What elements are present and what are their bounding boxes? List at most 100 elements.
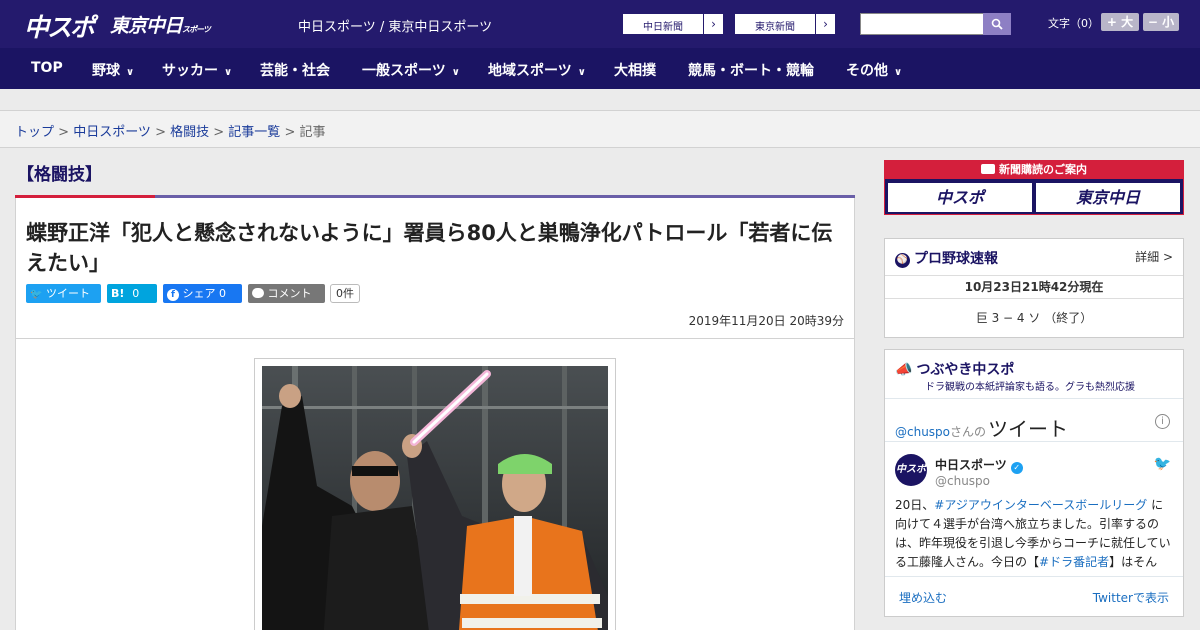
- site-header: 中スポ 東京中日スポーツ 中日スポーツ / 東京中日スポーツ 中日新聞 › 東京…: [0, 0, 1200, 48]
- tokyo-chunichi-logo-text: 東京中日: [110, 15, 183, 37]
- subscription-title: 新聞購読のご案内: [885, 161, 1183, 179]
- breadcrumb-chunichi-sports[interactable]: 中日スポーツ: [73, 125, 151, 140]
- article-card: 蝶野正洋「犯人と懸念されないように」署員ら80人と巣鴨浄化パトロール「若者に伝え…: [15, 198, 855, 630]
- tweet-hashtag-link[interactable]: #アジアウインターベースボールリーグ: [934, 498, 1147, 512]
- twitter-bird-icon[interactable]: 🐦: [1154, 456, 1171, 472]
- chunichi-shimbun-label: 中日新聞: [643, 22, 683, 33]
- chevron-right-icon: ›: [703, 14, 723, 34]
- nav-other-label: その他: [846, 63, 888, 79]
- baseball-details-link[interactable]: 詳細 >: [1135, 248, 1173, 265]
- nav-racing[interactable]: 競馬・ボート・競輪: [688, 60, 814, 80]
- twitter-handle-suffix: さんの: [950, 425, 987, 439]
- breadcrumb-separator: >: [280, 125, 300, 140]
- subscribe-chuspo-button[interactable]: 中スポ: [888, 183, 1032, 212]
- share-label: シェア: [182, 287, 216, 300]
- chevron-right-icon: ›: [815, 14, 835, 34]
- chuspo-logo[interactable]: 中スポ: [24, 8, 95, 44]
- baseball-score[interactable]: 巨 3 − 4 ソ （終了）: [885, 309, 1183, 326]
- site-name[interactable]: 中日スポーツ / 東京中日スポーツ: [298, 16, 492, 35]
- breadcrumb-martial-arts[interactable]: 格闘技: [170, 125, 209, 140]
- tweet-text: 20日、#アジアウインターベースボールリーグ に向けて４選手が台湾へ旅立ちました…: [895, 496, 1175, 570]
- tweet-author-handle[interactable]: @chuspo: [935, 474, 990, 488]
- breadcrumb-bar: トップ > 中日スポーツ > 格闘技 > 記事一覧 > 記事: [0, 111, 1200, 148]
- baseball-score-widget: ⚾ プロ野球速報 詳細 > 10月23日21時42分現在 巨 3 − 4 ソ （終…: [884, 238, 1184, 338]
- article-photo-frame: [254, 358, 616, 630]
- nav-sumo[interactable]: 大相撲: [614, 60, 656, 80]
- nav-sports-label: 一般スポーツ: [362, 63, 446, 79]
- nav-local-sports[interactable]: 地域スポーツ ∨: [488, 60, 586, 80]
- chevron-down-icon: ∨: [126, 67, 135, 78]
- tokyo-chunichi-logo[interactable]: 東京中日スポーツ: [110, 11, 211, 38]
- font-bigger-button[interactable]: + 大: [1101, 13, 1139, 31]
- twitter-timeline-header: @chuspoさんの ツイート i: [885, 398, 1183, 442]
- chevron-down-icon: ∨: [894, 67, 903, 78]
- share-count: 0: [219, 287, 226, 300]
- nav-local-sports-label: 地域スポーツ: [488, 63, 572, 79]
- nav-top[interactable]: TOP: [31, 60, 63, 76]
- facebook-icon: f: [167, 289, 179, 301]
- comment-count: 0件: [330, 284, 360, 303]
- nav-baseball-label: 野球: [92, 63, 120, 79]
- comment-button[interactable]: コメント: [248, 284, 325, 303]
- article-photo[interactable]: [262, 366, 608, 630]
- font-size-label: 文字（0）: [1048, 17, 1099, 30]
- article-headline: 蝶野正洋「犯人と懸念されないように」署員ら80人と巣鴨浄化パトロール「若者に伝え…: [26, 221, 833, 275]
- nav-spacer: [0, 89, 1200, 111]
- nav-soccer-label: サッカー: [162, 63, 218, 79]
- baseball-timestamp: 10月23日21時42分現在: [885, 275, 1183, 299]
- font-smaller-button[interactable]: − 小: [1143, 13, 1179, 31]
- subscription-title-text: 新聞購読のご案内: [999, 163, 1087, 176]
- tweet-author-name[interactable]: 中日スポーツ ✓: [935, 456, 1023, 474]
- tweet-button[interactable]: 🐦 ツイート: [26, 284, 101, 303]
- embed-link[interactable]: 埋め込む: [899, 589, 947, 606]
- twitter-widget-footer: 埋め込む Twitterで表示: [885, 576, 1183, 616]
- info-icon[interactable]: i: [1155, 414, 1170, 429]
- twitter-widget-title-text: つぶやき中スポ: [916, 362, 1015, 378]
- article-category[interactable]: 【格闘技】: [17, 160, 102, 185]
- twitter-widget-subtitle: ドラ観戦の本紙評論家も語る。グラも熱烈応援: [925, 382, 1135, 393]
- search-input[interactable]: [860, 13, 984, 35]
- breadcrumb-separator: >: [54, 125, 74, 140]
- tokyo-chunichi-logo-small: スポーツ: [182, 25, 211, 34]
- hatena-bookmark-icon: B!: [111, 287, 125, 300]
- view-on-twitter-link[interactable]: Twitterで表示: [1093, 589, 1169, 606]
- comment-label: コメント: [267, 287, 312, 300]
- megaphone-icon: 📣: [895, 362, 913, 378]
- subscribe-tokyo-chunichi-button[interactable]: 東京中日: [1036, 183, 1180, 212]
- chunichi-shimbun-link[interactable]: 中日新聞 ›: [622, 13, 724, 35]
- article-date: 2019年11月20日 20時39分: [688, 314, 844, 328]
- breadcrumb-separator: >: [150, 125, 171, 140]
- twitter-timeline-title[interactable]: @chuspoさんの ツイート: [895, 413, 1068, 442]
- nav-sports[interactable]: 一般スポーツ ∨: [362, 60, 460, 80]
- main-nav: TOP 野球 ∨ サッカー ∨ 芸能・社会 一般スポーツ ∨ 地域スポーツ ∨ 大相撲 …: [0, 48, 1200, 89]
- subscription-banner: 新聞購読のご案内 中スポ 東京中日: [884, 160, 1184, 215]
- breadcrumb-top[interactable]: トップ: [15, 125, 54, 140]
- baseball-icon: ⚾: [895, 253, 910, 268]
- tokyo-shimbun-label: 東京新聞: [755, 22, 795, 33]
- breadcrumb-article-list[interactable]: 記事一覧: [228, 125, 280, 140]
- twitter-widget-title: 📣 つぶやき中スポ: [895, 359, 1014, 379]
- breadcrumb: トップ > 中日スポーツ > 格闘技 > 記事一覧 > 記事: [15, 121, 326, 140]
- twitter-tweets-label: ツイート: [988, 417, 1069, 441]
- nav-soccer[interactable]: サッカー ∨: [162, 60, 232, 80]
- baseball-widget-title-text: プロ野球速報: [914, 251, 998, 267]
- chevron-down-icon: ∨: [224, 67, 233, 78]
- twitter-widget: 📣 つぶやき中スポ ドラ観戦の本紙評論家も語る。グラも熱烈応援 @chuspoさん…: [884, 349, 1184, 617]
- tweet-hashtag-link[interactable]: #ドラ番記者: [1039, 555, 1109, 569]
- speech-bubble-icon: [252, 288, 264, 298]
- article-divider: [16, 338, 854, 339]
- tokyo-shimbun-link[interactable]: 東京新聞 ›: [734, 13, 836, 35]
- nav-other[interactable]: その他 ∨: [846, 60, 902, 80]
- hatena-bookmark-button[interactable]: B! 0: [107, 284, 157, 303]
- baseball-widget-title: ⚾ プロ野球速報: [895, 248, 998, 268]
- nav-entertainment[interactable]: 芸能・社会: [260, 60, 330, 80]
- breadcrumb-current: 記事: [299, 125, 326, 140]
- hatena-count: 0: [132, 287, 140, 300]
- search-button[interactable]: [983, 13, 1011, 35]
- facebook-share-button[interactable]: f シェア 0: [163, 284, 242, 303]
- avatar[interactable]: 中スポ: [895, 454, 927, 486]
- tweet-label: ツイート: [45, 287, 90, 300]
- search-icon: [991, 18, 1003, 30]
- twitter-handle-link[interactable]: @chuspo: [895, 425, 950, 439]
- nav-baseball[interactable]: 野球 ∨: [92, 60, 134, 80]
